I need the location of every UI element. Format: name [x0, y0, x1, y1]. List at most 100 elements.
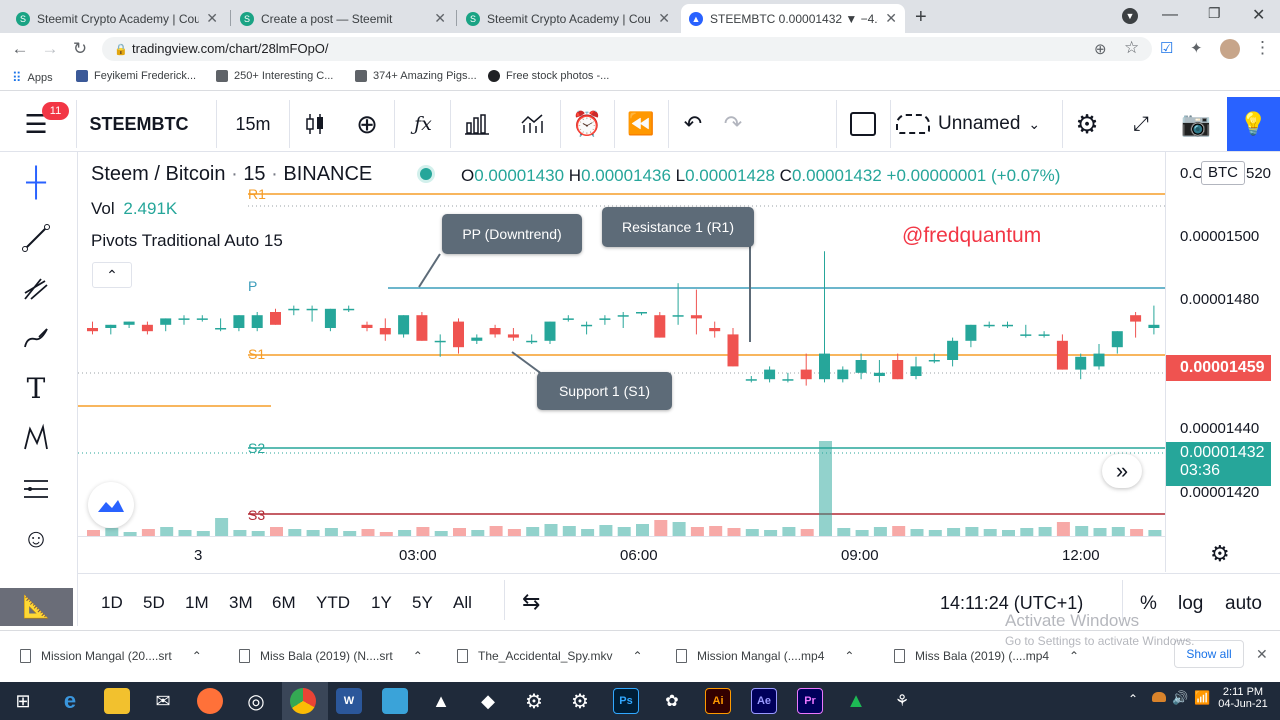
edge-icon[interactable]: e — [57, 688, 83, 714]
new-tab-button[interactable]: + — [915, 6, 927, 29]
range-6m-button[interactable]: 6M — [272, 593, 296, 613]
download-item[interactable]: Miss Bala (2019) (N....srt ⌃ — [239, 649, 423, 663]
undo-icon[interactable]: ↶ — [674, 96, 712, 152]
app-icon[interactable]: ◆ — [475, 688, 501, 714]
extensions-puzzle-icon[interactable]: ✦ — [1190, 39, 1203, 57]
range-1d-button[interactable]: 1D — [101, 593, 123, 613]
range-ytd-button[interactable]: YTD — [316, 593, 350, 613]
range-5d-button[interactable]: 5D — [143, 593, 165, 613]
range-all-button[interactable]: All — [453, 593, 472, 613]
media-player-icon[interactable]: ◎ — [243, 688, 269, 714]
compare-add-symbol-icon[interactable]: ⊕ — [348, 96, 386, 152]
windows-start-icon[interactable]: ⊞ — [10, 688, 36, 714]
chevron-up-icon[interactable]: ⌃ — [633, 649, 643, 663]
browser-tab-active[interactable]: ▲ STEEMBTC 0.00001432 ▼ −4.47% ✕ — [681, 4, 905, 33]
crosshair-icon[interactable]: ┼ — [14, 162, 58, 202]
app-icon[interactable] — [382, 688, 408, 714]
pp-downtrend-callout[interactable]: PP (Downtrend) — [442, 214, 582, 254]
prediction-measure-icon[interactable] — [14, 468, 58, 508]
bookmark-item[interactable]: 250+ Interesting C... — [216, 70, 333, 82]
alert-clock-icon[interactable]: ⏰ — [568, 96, 606, 152]
tab-search-icon[interactable]: ▼ — [1122, 8, 1138, 24]
download-item[interactable]: Mission Mangal (20....srt ⌃ — [20, 649, 202, 663]
layout-name-dropdown[interactable]: Unnamed ⌄ — [896, 96, 1056, 152]
emoji-icon[interactable]: ☺ — [14, 518, 58, 558]
redo-icon[interactable]: ↷ — [714, 96, 752, 152]
download-item[interactable]: Mission Mangal (....mp4 ⌃ — [676, 649, 854, 663]
close-downloads-icon[interactable]: ✕ — [1256, 646, 1268, 663]
chrome-icon[interactable] — [290, 688, 316, 714]
taskbar-clock[interactable]: 2:11 PM 04-Jun-21 — [1218, 686, 1268, 710]
scroll-to-realtime-icon[interactable]: » — [1102, 454, 1142, 488]
bookmark-item[interactable]: Free stock photos -... — [488, 70, 609, 82]
zoom-icon[interactable]: ⊕ — [1094, 40, 1107, 58]
close-tab-icon[interactable]: ✕ — [885, 10, 897, 27]
auto-scale-toggle[interactable]: auto — [1225, 593, 1262, 615]
chrome-menu-icon[interactable]: ⋮ — [1254, 38, 1271, 58]
tray-app-icon[interactable] — [1152, 692, 1166, 702]
range-3m-button[interactable]: 3M — [229, 593, 253, 613]
tradingview-logo-icon[interactable] — [88, 482, 134, 528]
percent-scale-toggle[interactable]: % — [1140, 593, 1157, 615]
illustrator-icon[interactable]: Ai — [705, 688, 731, 714]
firefox-icon[interactable] — [197, 688, 223, 714]
indicators-fx-icon[interactable]: ƒx — [404, 96, 442, 152]
range-5y-button[interactable]: 5Y — [412, 593, 433, 613]
back-icon[interactable]: ← — [10, 39, 30, 59]
candles-chart-type-icon[interactable] — [297, 96, 333, 152]
bar-replay-icon[interactable]: ⏪ — [622, 96, 660, 152]
interval-button[interactable]: 15m — [222, 96, 284, 152]
fullscreen-icon[interactable]: ⤢ — [1122, 96, 1160, 152]
download-item[interactable]: The_Accidental_Spy.mkv ⌃ — [457, 649, 643, 663]
bookmark-item[interactable]: 374+ Amazing Pigs... — [355, 70, 477, 82]
layout-select-icon[interactable] — [850, 112, 876, 136]
file-explorer-icon[interactable] — [104, 688, 130, 714]
trend-line-icon[interactable] — [14, 218, 58, 258]
profile-avatar[interactable] — [1220, 39, 1240, 59]
fib-pitchfork-icon[interactable] — [14, 268, 58, 308]
chevron-up-icon[interactable]: ⌃ — [413, 649, 423, 663]
settings-gear-icon[interactable]: ⚙ — [1068, 96, 1106, 152]
currency-badge[interactable]: BTC — [1201, 161, 1245, 185]
mail-icon[interactable]: ✉ — [150, 688, 176, 714]
log-scale-toggle[interactable]: log — [1178, 593, 1203, 615]
templates-icon[interactable] — [514, 96, 552, 152]
url-text[interactable]: tradingview.com/chart/28lmFOpO/ — [132, 41, 329, 56]
snapshot-camera-icon[interactable]: 📷 — [1176, 96, 1216, 152]
axis-settings-gear-icon[interactable]: ⚙ — [1210, 541, 1230, 567]
bookmark-apps[interactable]: ⠿ Apps — [12, 70, 53, 86]
settings-icon[interactable]: ⚙ — [521, 688, 547, 714]
close-tab-icon[interactable]: ✕ — [206, 10, 218, 27]
chevron-up-icon[interactable]: ⌃ — [844, 649, 854, 663]
word-icon[interactable]: W — [336, 688, 362, 714]
download-item[interactable]: Miss Bala (2019) (....mp4 ⌃ — [894, 649, 1079, 663]
chevron-up-icon[interactable]: ⌃ — [192, 649, 202, 663]
volume-icon[interactable]: 🔊 — [1172, 690, 1188, 706]
settings-icon[interactable]: ⚙ — [567, 688, 593, 714]
close-tab-icon[interactable]: ✕ — [658, 10, 670, 27]
network-icon[interactable]: 📶 — [1194, 690, 1210, 706]
reload-icon[interactable]: ↻ — [70, 39, 90, 59]
close-window-icon[interactable]: ✕ — [1252, 5, 1265, 25]
chevron-up-icon[interactable]: ⌃ — [1069, 649, 1079, 663]
app-icon[interactable]: ⚘ — [889, 688, 915, 714]
pattern-tool-icon[interactable] — [14, 418, 58, 458]
financials-bars-icon[interactable] — [458, 96, 496, 152]
photoshop-icon[interactable]: Ps — [613, 688, 639, 714]
photos-icon[interactable]: ▲ — [428, 688, 454, 714]
go-to-date-icon[interactable]: ⇆ — [522, 589, 540, 615]
minimize-icon[interactable]: — — [1162, 6, 1178, 24]
tray-chevron-icon[interactable]: ⌃ — [1128, 692, 1138, 706]
after-effects-icon[interactable]: Ae — [751, 688, 777, 714]
browser-tab[interactable]: S Steemit Crypto Academy | Course ✕ — [8, 4, 226, 33]
close-tab-icon[interactable]: ✕ — [434, 10, 446, 27]
app-icon[interactable]: ▲ — [843, 688, 869, 714]
publish-idea-button[interactable]: 💡 — [1227, 97, 1280, 151]
browser-tab[interactable]: S Steemit Crypto Academy | Course ✕ — [458, 4, 678, 33]
ruler-measure-icon[interactable]: 📐 — [0, 588, 73, 626]
browser-tab[interactable]: S Create a post — Steemit ✕ — [232, 4, 454, 33]
app-icon[interactable]: ✿ — [659, 688, 685, 714]
restore-icon[interactable]: ❐ — [1208, 5, 1221, 22]
brush-icon[interactable] — [14, 318, 58, 358]
support-callout[interactable]: Support 1 (S1) — [537, 372, 672, 410]
